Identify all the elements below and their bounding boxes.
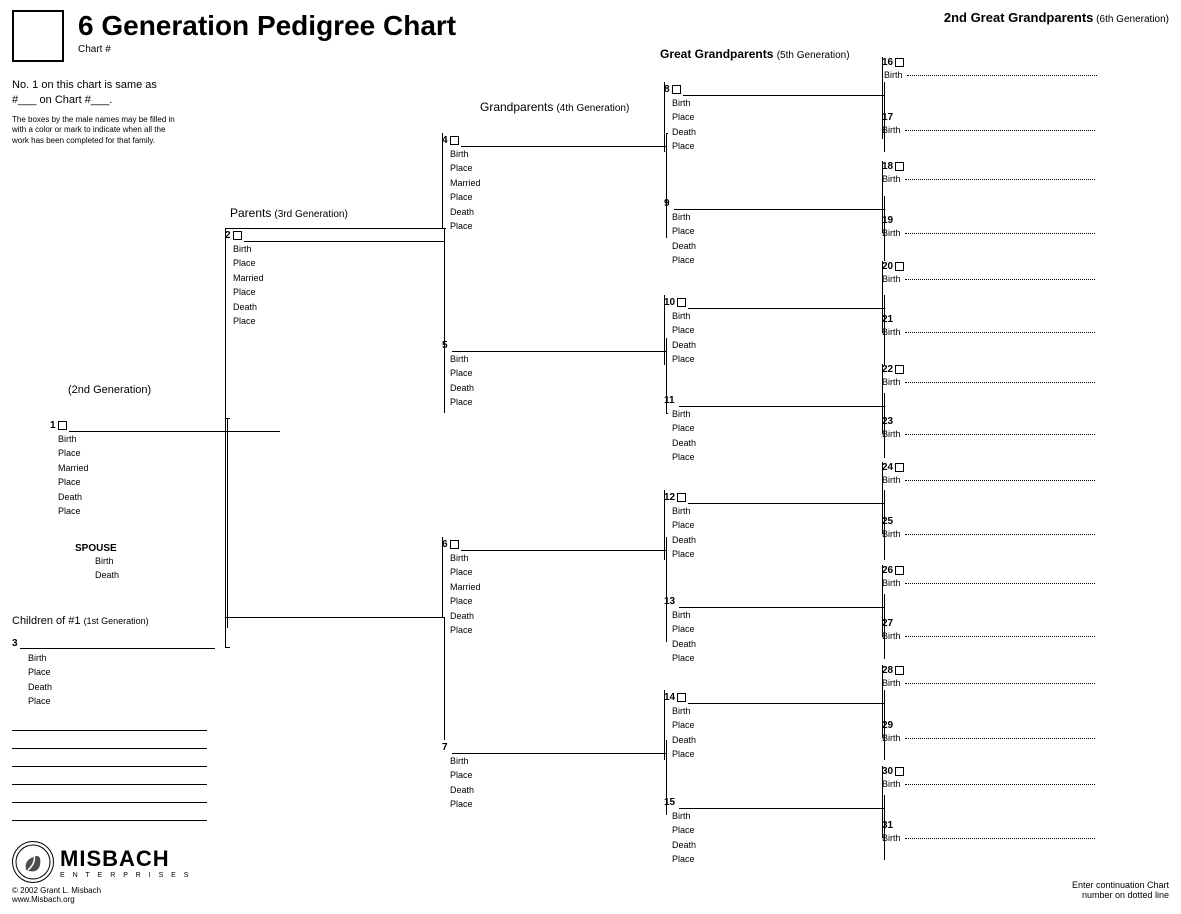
conn-4-8-h	[666, 133, 668, 134]
person-31: 31 Birth	[882, 820, 1095, 846]
conn-4-down	[442, 133, 443, 228]
person-1: 1 Birth Place Married Place Death Place	[50, 418, 280, 518]
spouse-birth: Birth	[95, 554, 119, 568]
conn-30-31-vert	[882, 766, 883, 838]
conn-6-down	[442, 537, 443, 617]
person-25: 25 Birth	[882, 516, 1095, 542]
conn-5-11-vert	[666, 338, 667, 411]
p3-death: Death	[28, 680, 215, 694]
p3-birth: Birth	[28, 651, 215, 665]
conn-3-6-horiz	[225, 617, 444, 618]
logo-enterprises: E N T E R P R I S E S	[60, 872, 191, 879]
logo-name: MISBACH	[60, 846, 191, 872]
person-9: 9 Birth Place Death Place	[664, 196, 884, 268]
conn-6-13-vert	[666, 560, 667, 612]
conn-4-9-vert	[666, 152, 667, 212]
person-17: 17 Birth	[882, 112, 1095, 138]
gen5-label: Great Grandparents (5th Generation)	[660, 47, 850, 61]
conn-6-7-vert	[444, 617, 445, 740]
spouse-block: SPOUSE Birth Death	[75, 543, 119, 583]
chart-hash: Chart #	[78, 44, 456, 55]
conn-10-down	[664, 295, 665, 365]
person-13: 13 Birth Place Death Place	[664, 594, 884, 666]
person-14: 14 Birth Place Death Place	[664, 690, 884, 762]
p1-place2: Place	[58, 475, 280, 489]
no1-text: No. 1 on this chart is same as #___ on C…	[12, 78, 177, 109]
conn-20-21-vert	[882, 261, 883, 333]
p3-place: Place	[28, 665, 215, 679]
p1-birth: Birth	[58, 432, 280, 446]
children-block: Children of #1 (1st Generation) 3 Birth …	[12, 615, 215, 821]
person-18: 18 Birth	[882, 161, 1095, 187]
conn-5-10-h	[666, 413, 668, 414]
person-6: 6 Birth Place Married Place Death Place	[442, 537, 667, 637]
conn-14-down	[664, 690, 665, 760]
person-22: 22 Birth	[882, 364, 1095, 390]
conn-26-27-vert	[882, 565, 883, 637]
note-text: The boxes by the male names may be fille…	[12, 115, 177, 146]
info-block: No. 1 on this chart is same as #___ on C…	[12, 78, 177, 146]
person-26: 26 Birth	[882, 565, 1095, 591]
chart-box	[12, 10, 64, 62]
gen6-label: 2nd Great Grandparents (6th Generation)	[944, 10, 1169, 25]
person-27: 27 Birth	[882, 618, 1095, 644]
footer-note: Enter continuation Chart number on dotte…	[1072, 880, 1169, 900]
p3-num: 3	[12, 638, 18, 649]
logo-icon	[12, 841, 54, 883]
conn-3-horiz	[225, 647, 230, 648]
conn-2-vert-down	[225, 228, 226, 418]
conn-28-29-vert	[882, 665, 883, 738]
person-8: 8 Birth Place Death Place	[664, 82, 884, 154]
parents-label: Parents (3rd Generation)	[230, 206, 348, 220]
person-10: 10 Birth Place Death Place	[664, 295, 884, 367]
person-30: 30 Birth	[882, 766, 1095, 792]
person-16: 16 Birth	[882, 57, 1097, 83]
p1-num: 1	[50, 420, 56, 431]
spouse-label: SPOUSE	[75, 543, 119, 554]
person-11: 11 Birth Place Death Place	[664, 393, 884, 465]
p1-married: Married	[58, 461, 280, 475]
conn-24-25-vert	[882, 462, 883, 534]
logo-area: MISBACH E N T E R P R I S E S © 2002 Gra…	[12, 841, 191, 904]
conn-2-4-horiz	[225, 228, 444, 229]
conn-1-vert	[227, 418, 228, 628]
page: 6 Generation Pedigree Chart Chart # 2nd …	[0, 0, 1181, 914]
grandparents-label: Grandparents (4th Generation)	[480, 100, 629, 114]
person-15: 15 Birth Place Death Place	[664, 795, 884, 867]
person-5: 5 Birth Place Death Place	[442, 338, 667, 410]
person-23: 23 Birth	[882, 416, 1095, 442]
person-20: 20 Birth	[882, 261, 1095, 287]
conn-2-5-vert	[444, 228, 445, 338]
p1-place3: Place	[58, 504, 280, 518]
person-21: 21 Birth	[882, 314, 1095, 340]
conn-16-17-vert	[882, 57, 883, 139]
logo-copyright: © 2002 Grant L. Misbach	[12, 886, 191, 895]
person-19: 19 Birth	[882, 215, 1095, 241]
person-2: 2 Birth Place Married Place Death Place	[225, 228, 445, 328]
conn-8-down	[664, 82, 665, 152]
conn-18-19-vert	[882, 161, 883, 233]
conn-7-15-vert	[666, 760, 667, 813]
header-right: 2nd Great Grandparents (6th Generation)	[944, 10, 1169, 25]
title-block: 6 Generation Pedigree Chart Chart #	[78, 10, 456, 55]
person-24: 24 Birth	[882, 462, 1095, 488]
p1-death: Death	[58, 490, 280, 504]
p1-place1: Place	[58, 446, 280, 460]
children-label: Children of #1 (1st Generation)	[12, 615, 215, 627]
page-title: 6 Generation Pedigree Chart	[78, 10, 456, 42]
person-4: 4 Birth Place Married Place Death Place	[442, 133, 667, 233]
person-28: 28 Birth	[882, 665, 1095, 691]
person-29: 29 Birth	[882, 720, 1095, 746]
spouse-death: Death	[95, 568, 119, 582]
person-12: 12 Birth Place Death Place	[664, 490, 884, 562]
person-7: 7 Birth Place Death Place	[442, 740, 667, 812]
conn-22-23-vert	[882, 364, 883, 434]
logo-website: www.Misbach.org	[12, 895, 191, 904]
conn-12-down	[664, 490, 665, 560]
conn-3-vert	[225, 418, 226, 647]
gen2-label: (2nd Generation)	[68, 384, 151, 396]
p3-place2: Place	[28, 694, 215, 708]
